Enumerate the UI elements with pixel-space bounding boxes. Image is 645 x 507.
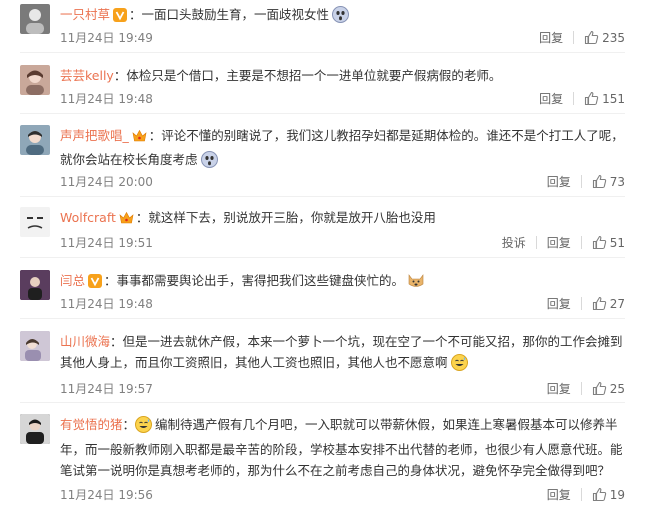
comment-text-block: 芸芸kelly：体检只是个借口，主要是不想招一个一进单位就要产假病假的老师。	[60, 68, 502, 83]
like-count: 151	[602, 91, 625, 106]
thumbs-up-icon	[592, 296, 606, 311]
like-button[interactable]: 151	[584, 91, 625, 106]
comment-author[interactable]: 闫总	[60, 273, 85, 288]
comment-content: 事事都需要舆论出手，害得把我们这些键盘侠忙的。	[116, 273, 405, 288]
comment-divider	[20, 257, 625, 258]
action-divider	[580, 236, 582, 249]
comment-divider	[20, 113, 625, 114]
action-divider	[580, 488, 582, 501]
avatar[interactable]	[20, 414, 50, 444]
sweat-smile-emoji-icon	[450, 354, 468, 377]
comment-divider	[20, 402, 625, 403]
reply-button[interactable]: 回复	[547, 486, 571, 503]
comment-author[interactable]: 山川微海	[60, 334, 110, 349]
avatar[interactable]	[20, 125, 50, 155]
comment-time: 11月24日 19:48	[60, 297, 153, 311]
verified-v-icon	[88, 273, 103, 294]
comment-author[interactable]: 一只村草	[60, 7, 110, 22]
report-button[interactable]: 投诉	[502, 234, 526, 251]
like-button[interactable]: 235	[584, 30, 625, 45]
avatar[interactable]	[20, 207, 50, 237]
comment-content: 就这样下去，别说放开三胎，你就是放开八胎也没用	[148, 210, 436, 225]
comment-content: 一面口头鼓励生育，一面歧视女性	[141, 7, 330, 22]
avatar[interactable]	[20, 331, 50, 361]
action-divider	[580, 175, 582, 188]
scream-emoji-icon	[200, 151, 218, 174]
comment-author[interactable]: 声声把歌唱_	[60, 128, 129, 143]
comment-actions: 回复 19	[547, 486, 625, 503]
crown-badge-icon	[132, 128, 147, 149]
like-count: 27	[609, 296, 625, 311]
thumbs-up-icon	[585, 30, 599, 45]
comment-divider	[20, 196, 625, 197]
comment-text-block: 闫总 ：事事都需要舆论出手，害得把我们这些键盘侠忙的。	[60, 270, 630, 295]
like-button[interactable]: 73	[592, 174, 625, 189]
crown-badge-icon	[119, 210, 134, 231]
reply-button[interactable]: 回复	[547, 173, 571, 190]
like-button[interactable]: 27	[592, 296, 625, 311]
comment-actions: 投诉 回复 51	[502, 234, 625, 251]
comment-divider	[20, 52, 625, 53]
action-divider	[535, 236, 537, 249]
thumbs-up-icon	[592, 487, 606, 502]
comment-content: 但是一进去就休产假，本来一个萝卜一个坑，现在空了一个不可能又招，那你的工作会摊到…	[60, 334, 623, 370]
comment-text-block: 有觉悟的猪： 编制待遇产假有几个月吧，一入职就可以带薪休假，如果连上寒暑假基本可以…	[60, 416, 623, 478]
reply-button[interactable]: 回复	[539, 90, 563, 107]
reply-button[interactable]: 回复	[547, 234, 571, 251]
reply-button[interactable]: 回复	[547, 295, 571, 312]
comment-text-block: 声声把歌唱_ ：评论不懂的别瞎说了，我们这儿教招孕妇都是延期体检的。谁还不是个打工…	[60, 125, 630, 174]
comment-text-block: 一只村草 ：一面口头鼓励生育，一面歧视女性	[60, 4, 630, 29]
verified-v-icon	[113, 7, 128, 28]
comment-author[interactable]: Wolfcraft	[60, 210, 116, 225]
like-count: 19	[609, 487, 625, 502]
comment-time: 11月24日 19:49	[60, 31, 153, 45]
comment-time: 11月24日 20:00	[60, 175, 153, 189]
like-button[interactable]: 51	[592, 235, 625, 250]
scream-emoji-icon	[332, 6, 350, 29]
comment-author[interactable]: 芸芸kelly	[60, 68, 114, 83]
comment-actions: 回复 25	[547, 380, 625, 397]
comment-text-block: Wolfcraft ：就这样下去，别说放开三胎，你就是放开八胎也没用	[60, 207, 630, 231]
thumbs-up-icon	[592, 381, 606, 396]
action-divider	[573, 92, 575, 105]
action-divider	[580, 382, 582, 395]
comment-time: 11月24日 19:48	[60, 92, 153, 106]
thumbs-up-icon	[592, 235, 606, 250]
doge-emoji-icon	[407, 272, 425, 295]
avatar[interactable]	[20, 65, 50, 95]
like-count: 73	[609, 174, 625, 189]
comment-author[interactable]: 有觉悟的猪	[60, 417, 123, 432]
reply-button[interactable]: 回复	[547, 380, 571, 397]
thumbs-up-icon	[585, 91, 599, 106]
comment-content: 体检只是个借口，主要是不想招一个一进单位就要产假病假的老师。	[126, 68, 502, 83]
comment-time: 11月24日 19:57	[60, 382, 153, 396]
like-button[interactable]: 25	[592, 381, 625, 396]
comment-text-block: 山川微海：但是一进去就休产假，本来一个萝卜一个坑，现在空了一个不可能又招，那你的…	[60, 331, 630, 377]
comment-time: 11月24日 19:51	[60, 236, 153, 250]
comment-actions: 回复 151	[539, 90, 625, 107]
like-count: 25	[609, 381, 625, 396]
avatar[interactable]	[20, 4, 50, 34]
like-count: 51	[609, 235, 625, 250]
comment-time: 11月24日 19:56	[60, 488, 153, 502]
action-divider	[580, 297, 582, 310]
thumbs-up-icon	[592, 174, 606, 189]
sweat-smile-emoji-icon	[135, 416, 153, 439]
comment-actions: 回复 27	[547, 295, 625, 312]
comment-actions: 回复 235	[539, 29, 625, 46]
reply-button[interactable]: 回复	[539, 29, 563, 46]
comment-divider	[20, 318, 625, 319]
comment-actions: 回复 73	[547, 173, 625, 190]
action-divider	[573, 31, 575, 44]
like-count: 235	[602, 30, 625, 45]
like-button[interactable]: 19	[592, 487, 625, 502]
avatar[interactable]	[20, 270, 50, 300]
